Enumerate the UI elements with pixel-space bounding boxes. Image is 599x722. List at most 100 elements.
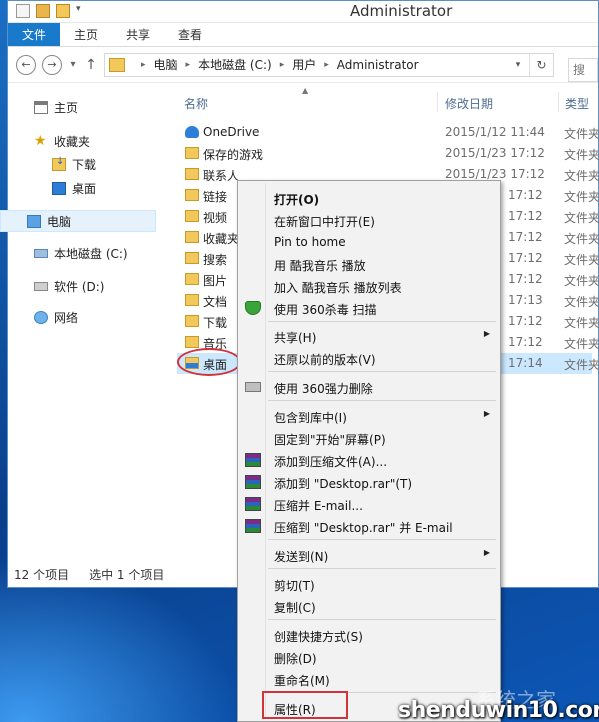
menu-item-restore-versions[interactable]: 还原以前的版本(V): [240, 347, 498, 369]
file-date: 17:12: [508, 209, 543, 223]
chevron-right-icon[interactable]: ▸: [280, 60, 285, 70]
search-input[interactable]: 搜: [568, 58, 598, 82]
menu-item-label: 删除(D): [274, 652, 317, 666]
menu-item-open[interactable]: 打开(O): [240, 187, 498, 209]
winrar-icon: [245, 475, 261, 489]
menu-item-copy[interactable]: 复制(C): [240, 595, 498, 617]
menu-item-label: 使用 360杀毒 扫描: [274, 303, 377, 317]
menu-item-360-scan[interactable]: 使用 360杀毒 扫描: [240, 297, 498, 319]
chevron-down-icon: ▾: [70, 59, 76, 70]
menu-item-share[interactable]: 共享(H) ▶: [240, 325, 498, 347]
menu-item-pin-to-start[interactable]: 固定到"开始"屏幕(P): [240, 427, 498, 449]
column-header-type[interactable]: 类型: [565, 95, 589, 112]
folder-icon: [185, 273, 199, 285]
network-icon: [34, 310, 48, 324]
sidebar-item-local-disk-c[interactable]: 本地磁盘 (C:): [34, 242, 128, 264]
column-divider[interactable]: [558, 92, 559, 112]
chevron-right-icon[interactable]: ▸: [186, 60, 191, 70]
column-header-name[interactable]: 名称: [184, 95, 208, 112]
watermark: shenduwin10.com: [398, 698, 599, 722]
menu-item-360-shred[interactable]: 使用 360强力删除: [240, 376, 498, 398]
column-divider[interactable]: [437, 92, 438, 112]
file-type: 文件夹: [564, 232, 599, 246]
tab-view[interactable]: 查看: [164, 23, 216, 46]
breadcrumb: ▸ 电脑 ▸ 本地磁盘 (C:) ▸ 用户 ▸ Administrator: [133, 56, 419, 73]
file-row[interactable]: 保存的游戏 2015/1/23 17:12 文件夹: [177, 143, 599, 164]
file-type: 文件夹: [564, 169, 599, 183]
menu-item-label: 压缩到 "Desktop.rar" 并 E-mail: [274, 521, 453, 535]
address-history-dropdown[interactable]: ▾: [507, 60, 529, 70]
menu-item-open-new-window[interactable]: 在新窗口中打开(E): [240, 209, 498, 231]
menu-item-label: 使用 360强力删除: [274, 382, 373, 396]
winrar-icon: [245, 453, 261, 467]
menu-separator: [268, 371, 496, 372]
sidebar-item-network[interactable]: 网络: [34, 306, 78, 328]
sidebar-item-home[interactable]: 主页: [34, 96, 78, 118]
menu-item-add-to-desktop-rar[interactable]: 添加到 "Desktop.rar"(T): [240, 471, 498, 493]
menu-separator: [268, 539, 496, 540]
customize-dropdown-icon[interactable]: ▾: [76, 4, 84, 18]
refresh-button[interactable]: ↻: [529, 53, 553, 76]
menu-item-compress-email[interactable]: 压缩并 E-mail...: [240, 493, 498, 515]
menu-item-label: Pin to home: [274, 235, 346, 249]
file-date: 2015/1/12 11:44: [445, 125, 545, 139]
column-header-date[interactable]: 修改日期: [445, 95, 493, 112]
shield-icon: [245, 301, 261, 315]
sidebar-item-downloads[interactable]: 下载: [52, 153, 96, 175]
menu-separator: [268, 321, 496, 322]
menu-item-cut[interactable]: 剪切(T): [240, 573, 498, 595]
file-date: 17:12: [508, 188, 543, 202]
sidebar-item-favorites[interactable]: ★ 收藏夹: [34, 130, 90, 152]
menu-item-add-to-archive[interactable]: 添加到压缩文件(A)...: [240, 449, 498, 471]
folder-icon: [185, 168, 199, 180]
address-bar[interactable]: ▸ 电脑 ▸ 本地磁盘 (C:) ▸ 用户 ▸ Administrator ▾ …: [104, 52, 554, 77]
menu-item-play-kuwo[interactable]: 用 酷我音乐 播放: [240, 253, 498, 275]
sidebar-item-label: 桌面: [72, 181, 97, 196]
winrar-icon: [245, 497, 261, 511]
sidebar-item-software-d[interactable]: 软件 (D:): [34, 275, 104, 297]
breadcrumb-computer[interactable]: 电脑: [154, 56, 178, 73]
file-type: 文件夹: [564, 358, 599, 372]
menu-item-rename[interactable]: 重命名(M): [240, 668, 498, 690]
tab-file[interactable]: 文件: [8, 23, 60, 46]
new-folder-icon[interactable]: [56, 4, 70, 18]
breadcrumb-local-disk[interactable]: 本地磁盘 (C:): [198, 56, 272, 73]
menu-item-pin-to-home[interactable]: Pin to home: [240, 231, 498, 253]
sidebar-item-label: 软件 (D:): [54, 279, 105, 294]
menu-item-delete[interactable]: 删除(D): [240, 646, 498, 668]
chevron-right-icon[interactable]: ▸: [324, 60, 329, 70]
sidebar-item-desktop[interactable]: 桌面: [52, 177, 96, 199]
menu-item-send-to[interactable]: 发送到(N) ▶: [240, 544, 498, 566]
app-icon[interactable]: [16, 4, 30, 18]
breadcrumb-users[interactable]: 用户: [292, 56, 316, 73]
forward-button[interactable]: →: [42, 54, 62, 75]
file-row[interactable]: OneDrive 2015/1/12 11:44 文件夹: [177, 122, 599, 143]
context-menu: 打开(O) 在新窗口中打开(E) Pin to home 用 酷我音乐 播放 加…: [237, 180, 501, 722]
up-button[interactable]: ↑: [84, 57, 98, 73]
winrar-icon: [245, 519, 261, 533]
menu-item-compress-desktop-rar-email[interactable]: 压缩到 "Desktop.rar" 并 E-mail: [240, 515, 498, 537]
back-button[interactable]: ←: [16, 54, 36, 75]
recent-locations-button[interactable]: ▾: [68, 59, 78, 70]
file-name: 图片: [203, 274, 228, 288]
properties-icon[interactable]: [36, 4, 50, 18]
file-date: 17:12: [508, 230, 543, 244]
tab-share[interactable]: 共享: [112, 23, 164, 46]
sidebar-item-label: 下载: [72, 157, 97, 172]
menu-item-label: 打开(O): [274, 193, 320, 207]
menu-item-include-in-library[interactable]: 包含到库中(I) ▶: [240, 405, 498, 427]
menu-item-add-kuwo-playlist[interactable]: 加入 酷我音乐 播放列表: [240, 275, 498, 297]
sidebar-item-computer[interactable]: 电脑: [0, 210, 156, 232]
folder-icon: [185, 231, 199, 243]
file-name: 视频: [203, 211, 228, 225]
menu-item-create-shortcut[interactable]: 创建快捷方式(S): [240, 624, 498, 646]
folder-icon: [185, 336, 199, 348]
menu-item-label: 固定到"开始"屏幕(P): [274, 433, 386, 447]
file-date: 2015/1/23 17:12: [445, 167, 545, 181]
chevron-right-icon: ▸: [141, 59, 146, 70]
file-date: 2015/1/23 17:12: [445, 146, 545, 160]
breadcrumb-administrator[interactable]: Administrator: [337, 58, 419, 72]
sidebar-item-label: 收藏夹: [54, 134, 91, 149]
tab-home[interactable]: 主页: [60, 23, 112, 46]
selection-count: 选中 1 个项目: [89, 568, 165, 582]
